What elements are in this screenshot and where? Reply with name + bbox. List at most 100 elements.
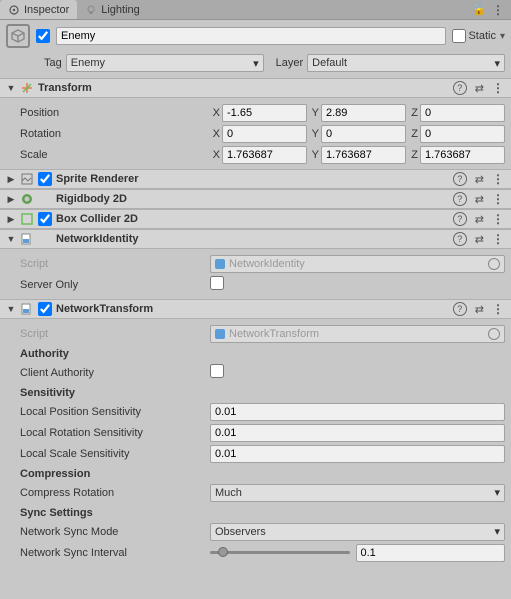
axis-x: X	[210, 149, 220, 161]
context-menu-icon[interactable]: ⋮	[492, 232, 505, 246]
gameobject-name-input[interactable]	[56, 27, 446, 45]
panel-lock-icon[interactable]: 🔓	[472, 3, 486, 17]
tab-lighting[interactable]: Lighting	[77, 0, 148, 19]
chevron-down-icon: ▾	[494, 525, 500, 538]
scale-label: Scale	[6, 149, 206, 161]
networktransform-header: ▼ NetworkTransform ? ⇄ ⋮	[0, 299, 511, 319]
static-checkbox[interactable]	[452, 29, 466, 43]
axis-x: X	[210, 107, 220, 119]
sync-interval-label: Network Sync Interval	[6, 547, 206, 559]
help-icon[interactable]: ?	[453, 232, 467, 246]
scale-y-input[interactable]	[321, 146, 406, 164]
sprite-title: Sprite Renderer	[56, 173, 449, 185]
local-pos-sens-input[interactable]	[210, 403, 505, 421]
sprite-icon	[20, 172, 34, 186]
context-menu-icon[interactable]: ⋮	[492, 192, 505, 206]
object-picker-icon[interactable]	[488, 328, 500, 340]
foldout-rigidbody[interactable]: ▶	[6, 194, 16, 205]
scale-z-input[interactable]	[420, 146, 505, 164]
sensitivity-heading: Sensitivity	[0, 383, 511, 401]
help-icon[interactable]: ?	[453, 192, 467, 206]
boxcollider-title: Box Collider 2D	[56, 213, 449, 225]
client-authority-label: Client Authority	[6, 367, 206, 379]
preset-icon[interactable]: ⇄	[475, 303, 484, 316]
panel-menu-icon[interactable]: ⋮	[492, 3, 505, 17]
sync-heading: Sync Settings	[0, 503, 511, 521]
tab-label-inspector: Inspector	[24, 4, 69, 16]
axis-z: Z	[408, 128, 418, 140]
inspector-icon	[8, 4, 20, 16]
rotation-x-input[interactable]	[222, 125, 307, 143]
rotation-z-input[interactable]	[420, 125, 505, 143]
script-asset-icon	[215, 329, 225, 339]
local-rot-sens-input[interactable]	[210, 424, 505, 442]
preset-icon[interactable]: ⇄	[475, 173, 484, 186]
foldout-netid[interactable]: ▼	[6, 234, 16, 244]
netid-script-field: NetworkIdentity	[210, 255, 505, 273]
tab-bar: Inspector Lighting 🔓 ⋮	[0, 0, 511, 20]
foldout-boxcollider[interactable]: ▶	[6, 214, 16, 225]
sync-interval-input[interactable]	[356, 544, 506, 562]
static-dropdown-icon[interactable]	[498, 30, 505, 42]
networktransform-title: NetworkTransform	[56, 303, 449, 315]
tab-inspector[interactable]: Inspector	[0, 0, 77, 19]
slider-thumb[interactable]	[218, 547, 228, 557]
client-authority-checkbox[interactable]	[210, 364, 224, 378]
local-pos-sens-label: Local Position Sensitivity	[6, 406, 206, 418]
context-menu-icon[interactable]: ⋮	[492, 212, 505, 226]
preset-icon[interactable]: ⇄	[475, 213, 484, 226]
preset-icon[interactable]: ⇄	[475, 193, 484, 206]
boxcollider-enabled-checkbox[interactable]	[38, 212, 52, 226]
gameobject-active-checkbox[interactable]	[36, 29, 50, 43]
position-y-input[interactable]	[321, 104, 406, 122]
rigidbody-icon	[20, 192, 34, 206]
chevron-down-icon: ▾	[494, 486, 500, 499]
help-icon[interactable]: ?	[453, 172, 467, 186]
sync-mode-label: Network Sync Mode	[6, 526, 206, 538]
context-menu-icon[interactable]: ⋮	[492, 172, 505, 186]
sync-interval-slider[interactable]	[210, 551, 350, 554]
rigidbody-title: Rigidbody 2D	[38, 193, 449, 205]
script-asset-icon	[215, 259, 225, 269]
context-menu-icon[interactable]: ⋮	[492, 81, 505, 95]
boxcollider-icon	[20, 212, 34, 226]
position-x-input[interactable]	[222, 104, 307, 122]
nettransform-enabled-checkbox[interactable]	[38, 302, 52, 316]
help-icon[interactable]: ?	[453, 81, 467, 95]
foldout-sprite[interactable]: ▶	[6, 174, 16, 185]
compress-rot-dropdown[interactable]: Much ▾	[210, 484, 505, 502]
server-only-label: Server Only	[6, 279, 206, 291]
sprite-renderer-header: ▶ Sprite Renderer ? ⇄ ⋮	[0, 169, 511, 189]
foldout-transform[interactable]: ▼	[6, 83, 16, 93]
tag-dropdown[interactable]: Enemy ▾	[66, 54, 264, 72]
preset-icon[interactable]: ⇄	[475, 82, 484, 95]
tag-label: Tag	[44, 57, 62, 69]
foldout-nettransform[interactable]: ▼	[6, 304, 16, 314]
axis-z: Z	[408, 149, 418, 161]
scale-x-input[interactable]	[222, 146, 307, 164]
layer-dropdown[interactable]: Default ▾	[307, 54, 505, 72]
axis-y: Y	[309, 149, 319, 161]
boxcollider2d-header: ▶ Box Collider 2D ? ⇄ ⋮	[0, 209, 511, 229]
rotation-y-input[interactable]	[321, 125, 406, 143]
position-z-input[interactable]	[420, 104, 505, 122]
context-menu-icon[interactable]: ⋮	[492, 302, 505, 316]
sync-mode-dropdown[interactable]: Observers ▾	[210, 523, 505, 541]
local-scale-sens-label: Local Scale Sensitivity	[6, 448, 206, 460]
help-icon[interactable]: ?	[453, 302, 467, 316]
sprite-enabled-checkbox[interactable]	[38, 172, 52, 186]
networkidentity-header: ▼ NetworkIdentity ? ⇄ ⋮	[0, 229, 511, 249]
axis-y: Y	[309, 128, 319, 140]
position-label: Position	[6, 107, 206, 119]
server-only-checkbox[interactable]	[210, 276, 224, 290]
local-rot-sens-label: Local Rotation Sensitivity	[6, 427, 206, 439]
local-scale-sens-input[interactable]	[210, 445, 505, 463]
rotation-label: Rotation	[6, 128, 206, 140]
gameobject-icon[interactable]	[6, 24, 30, 48]
help-icon[interactable]: ?	[453, 212, 467, 226]
networkidentity-title: NetworkIdentity	[38, 233, 449, 245]
preset-icon[interactable]: ⇄	[475, 233, 484, 246]
object-picker-icon[interactable]	[488, 258, 500, 270]
nt-script-field: NetworkTransform	[210, 325, 505, 343]
tab-label-lighting: Lighting	[101, 4, 140, 16]
